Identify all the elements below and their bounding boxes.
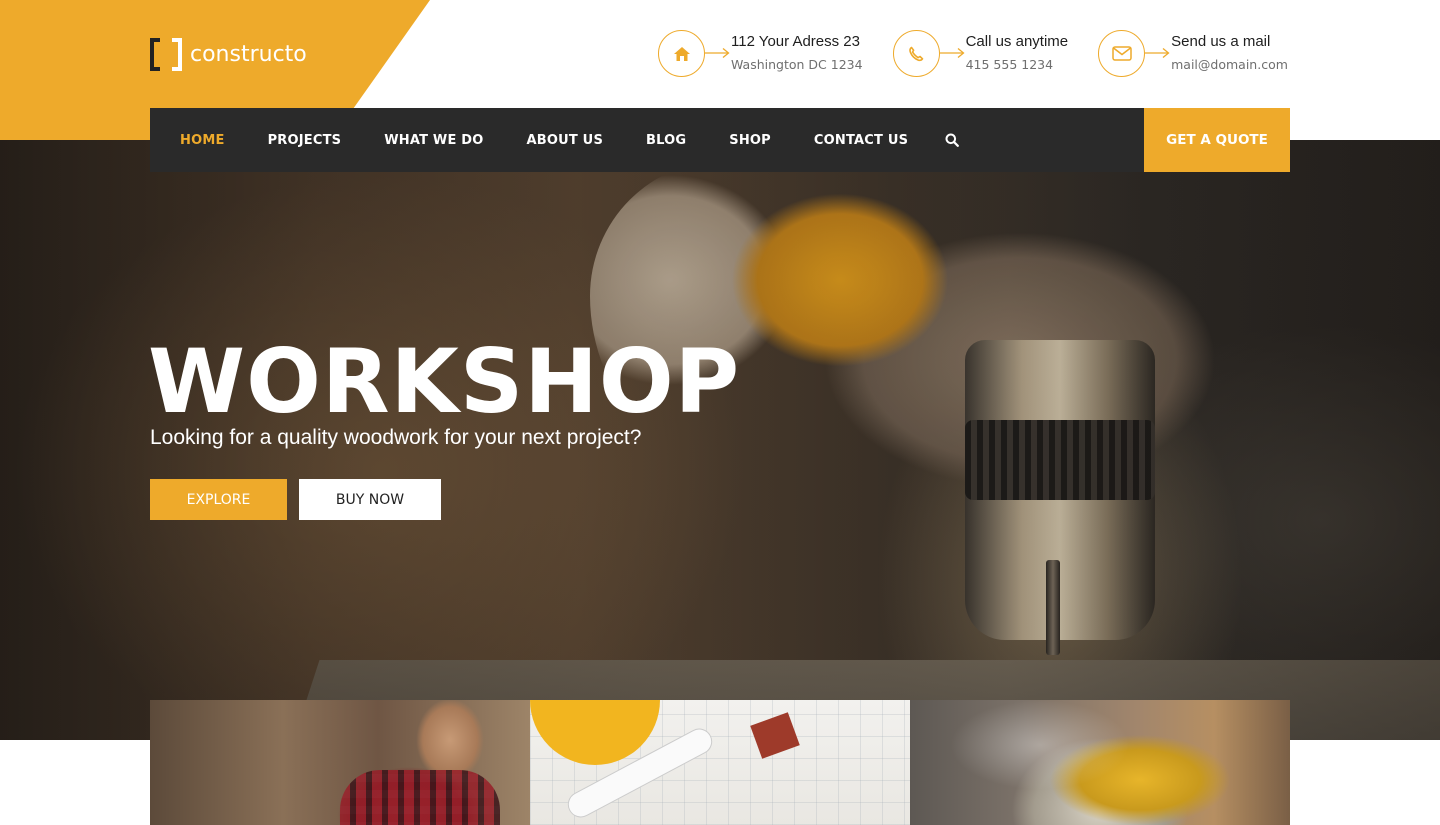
contact-phone-number[interactable]: 415 555 1234 xyxy=(966,56,1069,74)
thumbnail-blueprints[interactable] xyxy=(530,700,910,825)
hero-title: WORKSHOP xyxy=(148,330,741,433)
nav-item-home[interactable]: HOME xyxy=(180,133,225,148)
header-contacts: 112 Your Adress 23 Washington DC 1234 Ca… xyxy=(658,30,1288,77)
phone-icon xyxy=(892,30,940,77)
thumbnail-circular-saw[interactable] xyxy=(910,700,1290,825)
get-a-quote-button[interactable]: GET A QUOTE xyxy=(1144,108,1290,172)
hero-subtitle: Looking for a quality woodwork for your … xyxy=(150,426,642,449)
nav-item-what-we-do[interactable]: WHAT WE DO xyxy=(384,133,483,148)
nav-item-projects[interactable]: PROJECTS xyxy=(268,133,342,148)
contact-mail-title: Send us a mail xyxy=(1171,33,1271,50)
nav-item-shop[interactable]: SHOP xyxy=(729,133,771,148)
logo[interactable]: constructo xyxy=(150,38,307,71)
contact-mail-address[interactable]: mail@domain.com xyxy=(1171,56,1288,74)
contact-address: 112 Your Adress 23 Washington DC 1234 xyxy=(658,30,863,77)
feature-thumbnails xyxy=(150,700,1290,825)
arrow-right-icon xyxy=(939,30,966,77)
contact-address-title: 112 Your Adress 23 xyxy=(731,33,860,50)
nav-item-contact-us[interactable]: CONTACT US xyxy=(814,133,908,148)
page: constructo 112 Your Adress 23 Washington… xyxy=(0,0,1440,825)
contact-mail: Send us a mail mail@domain.com xyxy=(1098,30,1288,77)
main-nav: HOME PROJECTS WHAT WE DO ABOUT US BLOG S… xyxy=(150,108,1290,172)
explore-button[interactable]: EXPLORE xyxy=(150,479,287,520)
nav-item-about-us[interactable]: ABOUT US xyxy=(527,133,604,148)
nav-menu: HOME PROJECTS WHAT WE DO ABOUT US BLOG S… xyxy=(180,108,960,172)
contact-address-subtitle: Washington DC 1234 xyxy=(731,57,863,72)
logo-brackets-icon xyxy=(150,38,182,71)
arrow-right-icon xyxy=(705,30,731,77)
nav-item-blog[interactable]: BLOG xyxy=(646,133,686,148)
home-icon xyxy=(658,30,705,77)
envelope-icon xyxy=(1098,30,1146,77)
thumbnail-carpenter[interactable] xyxy=(150,700,530,825)
search-icon[interactable] xyxy=(945,133,960,147)
contact-phone-title: Call us anytime xyxy=(965,33,1069,50)
buy-now-button[interactable]: BUY NOW xyxy=(299,479,441,520)
logo-text: constructo xyxy=(190,42,307,67)
contact-phone: Call us anytime 415 555 1234 xyxy=(892,30,1069,77)
arrow-right-icon xyxy=(1145,30,1171,77)
